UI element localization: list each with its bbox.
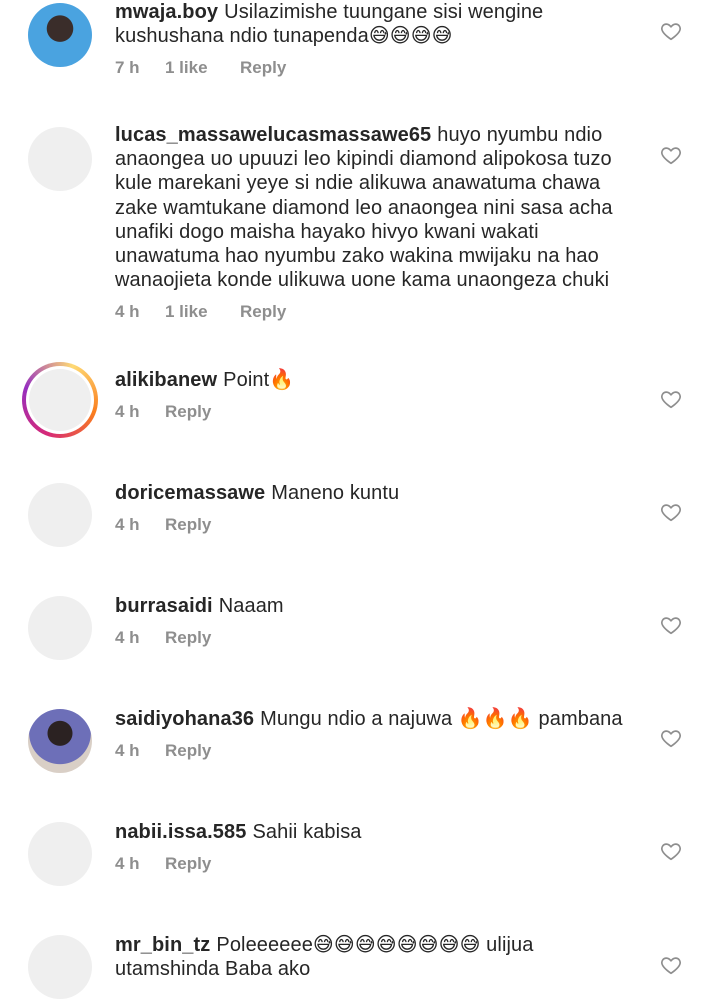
- comment-time: 4 h: [115, 628, 140, 647]
- heart-outline-icon[interactable]: [660, 388, 682, 410]
- comment-username[interactable]: mr_bin_tz: [115, 934, 210, 956]
- comment-text: doricemassawe Maneno kuntu: [115, 481, 635, 505]
- comment-meta: 7 h 1 like Reply: [115, 58, 286, 78]
- reply-button[interactable]: Reply: [165, 854, 211, 874]
- reply-button[interactable]: Reply: [165, 741, 211, 761]
- reply-button[interactable]: Reply: [240, 302, 286, 322]
- comment-meta: 4 h Reply: [115, 402, 211, 422]
- heart-outline-icon[interactable]: [660, 614, 682, 636]
- comment-meta: 4 h Reply: [115, 741, 211, 761]
- comment-username[interactable]: burrasaidi: [115, 595, 213, 617]
- reply-button[interactable]: Reply: [240, 58, 286, 78]
- comment-username[interactable]: nabii.issa.585: [115, 821, 246, 843]
- comment-body: huyo nyumbu ndio anaongea uo upuuzi leo …: [115, 124, 613, 292]
- comment-text: saidiyohana36 Mungu ndio a najuwa 🔥🔥🔥 pam…: [115, 707, 635, 731]
- comment-meta: 4 h Reply: [115, 515, 211, 535]
- comment-text: mr_bin_tz Poleeeeee😅😅😅😅😅😅😅😅 ulijua utamsh…: [115, 933, 635, 981]
- comment-time: 4 h: [115, 741, 140, 760]
- comment-body: Mungu ndio a najuwa 🔥🔥🔥 pambana: [260, 708, 623, 730]
- reply-button[interactable]: Reply: [165, 402, 211, 422]
- avatar[interactable]: [28, 596, 92, 660]
- comment-text: alikibanew Point🔥: [115, 368, 635, 392]
- heart-outline-icon[interactable]: [660, 501, 682, 523]
- comment-time: 4 h: [115, 854, 140, 873]
- heart-outline-icon[interactable]: [660, 144, 682, 166]
- comment-meta: 4 h 1 like Reply: [115, 302, 286, 322]
- avatar[interactable]: [28, 127, 92, 191]
- avatar[interactable]: [28, 709, 92, 773]
- comment-likes[interactable]: 1 like: [165, 302, 240, 322]
- comment-time: 4 h: [115, 515, 140, 534]
- comment-time: 4 h: [115, 402, 140, 421]
- avatar[interactable]: [28, 822, 92, 886]
- comment-time: 7 h: [115, 58, 140, 77]
- comment-time: 4 h: [115, 302, 140, 321]
- heart-outline-icon[interactable]: [660, 954, 682, 976]
- comment-likes[interactable]: 1 like: [165, 58, 240, 78]
- avatar[interactable]: [28, 3, 92, 67]
- comment-text: mwaja.boy Usilazimishe tuungane sisi weng…: [115, 0, 635, 48]
- comment-text: burrasaidi Naaam: [115, 594, 635, 618]
- avatar[interactable]: [22, 362, 98, 438]
- comment-body: Point🔥: [223, 369, 295, 391]
- comment-username[interactable]: alikibanew: [115, 369, 217, 391]
- comment-username[interactable]: doricemassawe: [115, 482, 265, 504]
- comment-meta: 4 h Reply: [115, 854, 211, 874]
- comment-body: Maneno kuntu: [271, 482, 400, 504]
- reply-button[interactable]: Reply: [165, 515, 211, 535]
- heart-outline-icon[interactable]: [660, 20, 682, 42]
- heart-outline-icon[interactable]: [660, 840, 682, 862]
- heart-outline-icon[interactable]: [660, 727, 682, 749]
- comment-meta: 4 h Reply: [115, 628, 211, 648]
- comment-username[interactable]: saidiyohana36: [115, 708, 254, 730]
- comment-username[interactable]: mwaja.boy: [115, 1, 218, 23]
- reply-button[interactable]: Reply: [165, 628, 211, 648]
- comment-text: nabii.issa.585 Sahii kabisa: [115, 820, 635, 844]
- comment-text: lucas_massawelucasmassawe65 huyo nyumbu n…: [115, 123, 635, 292]
- avatar[interactable]: [28, 935, 92, 999]
- avatar[interactable]: [28, 483, 92, 547]
- comment-body: Naaam: [218, 595, 284, 617]
- comment-username[interactable]: lucas_massawelucasmassawe65: [115, 124, 431, 146]
- comment-body: Sahii kabisa: [252, 821, 362, 843]
